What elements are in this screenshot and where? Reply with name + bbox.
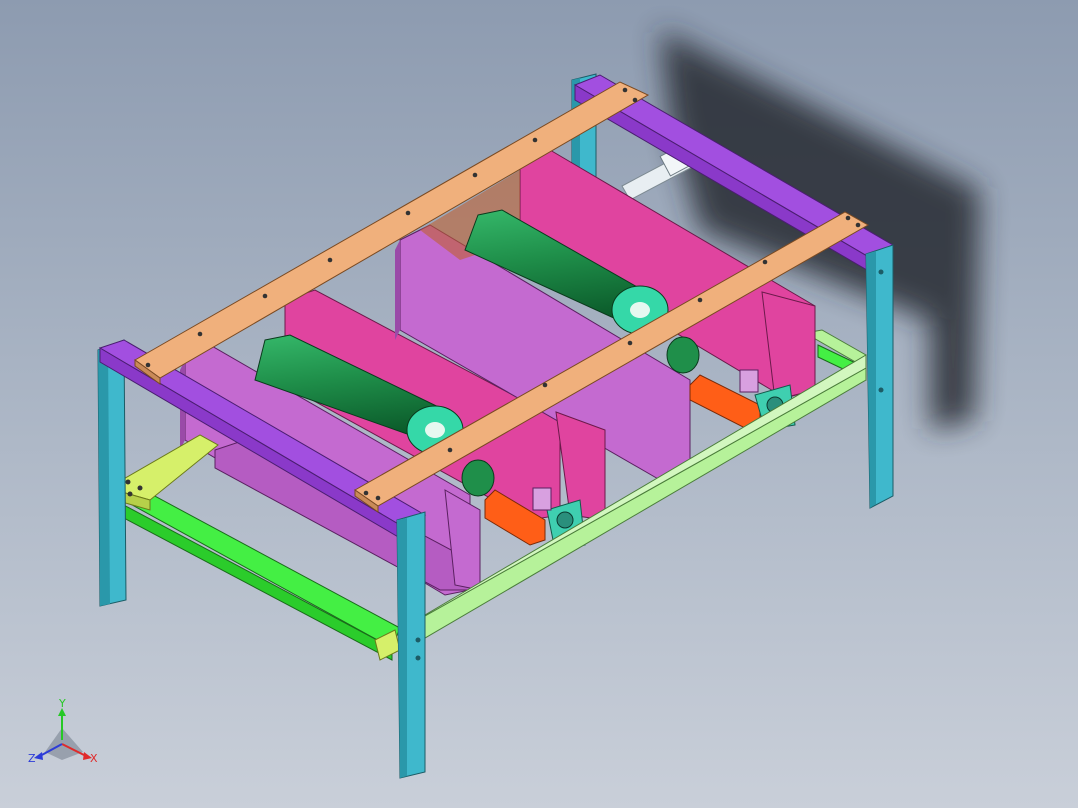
front-right-leg [865, 244, 894, 509]
cad-viewport[interactable]: Y X Z [0, 0, 1078, 808]
triad-x-label: X [90, 752, 98, 765]
front-left-leg [97, 339, 127, 607]
triad-y-label: Y [58, 697, 66, 710]
front-center-leg [396, 511, 426, 779]
3d-model-scene[interactable]: Y X Z [0, 0, 1078, 808]
orientation-triad[interactable]: Y X Z [28, 697, 98, 765]
triad-z-label: Z [28, 752, 36, 765]
